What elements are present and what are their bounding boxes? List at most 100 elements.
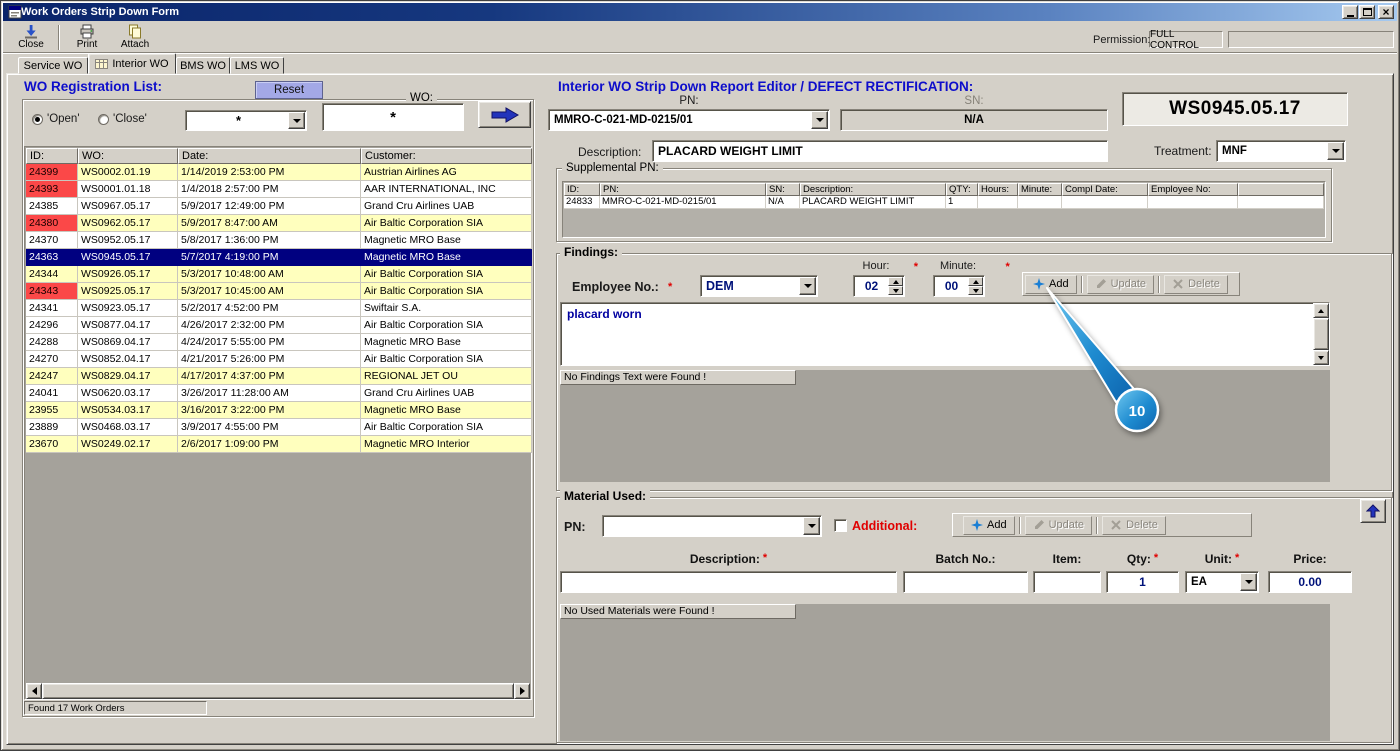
table-row[interactable]: 24393 WS0001.01.18 1/4/2018 2:57:00 PM AAR … <box>26 181 532 198</box>
search-go-button[interactable] <box>478 101 531 128</box>
scroll-right-button[interactable] <box>514 683 530 699</box>
treatment-dropdown-button[interactable] <box>1327 142 1344 160</box>
material-item-field[interactable] <box>1033 571 1101 593</box>
spin-down-button[interactable] <box>968 286 983 295</box>
sn-label: SN: <box>964 95 984 107</box>
tab-service-wo[interactable]: Service WO <box>18 57 88 74</box>
column-header[interactable]: ID: <box>564 183 600 196</box>
table-row[interactable]: 24363 WS0945.05.17 5/7/2017 4:19:00 PM Magn… <box>26 249 532 266</box>
table-row[interactable]: 24399 WS0002.01.19 1/14/2019 2:53:00 PM Aus… <box>26 164 532 181</box>
attach-button[interactable]: Attach <box>112 24 158 52</box>
cell-date: 1/4/2018 2:57:00 PM <box>178 181 361 198</box>
table-row[interactable]: 24833 MMRO-C-021-MD-0215/01 N/A PLACARD WEI… <box>564 196 1324 209</box>
material-pn-dropdown-button[interactable] <box>803 517 820 535</box>
material-unit-combobox[interactable]: EA <box>1185 571 1259 593</box>
table-row[interactable]: 24288 WS0869.04.17 4/24/2017 5:55:00 PM Mag… <box>26 334 532 351</box>
column-header[interactable]: PN: <box>600 183 766 196</box>
table-row[interactable]: 24341 WS0923.05.17 5/2/2017 4:52:00 PM Swif… <box>26 300 532 317</box>
minute-value: 00 <box>944 279 959 293</box>
employee-dropdown-button[interactable] <box>799 277 816 295</box>
description-field[interactable]: PLACARD WEIGHT LIMIT <box>652 140 1108 162</box>
column-header[interactable]: Date: <box>178 148 361 164</box>
cell-id: 24399 <box>26 164 78 181</box>
column-header[interactable]: ID: <box>26 148 78 164</box>
pn-combobox[interactable]: MMRO-C-021-MD-0215/01 <box>548 109 830 131</box>
scroll-up-button[interactable] <box>1313 303 1329 318</box>
minute-spinner[interactable]: 00 <box>933 275 985 297</box>
close-button-label: Close <box>18 39 44 50</box>
reset-button[interactable]: Reset <box>255 81 323 99</box>
table-row[interactable]: 24343 WS0925.05.17 5/3/2017 10:45:00 AM Air… <box>26 283 532 300</box>
material-price-field[interactable]: 0.00 <box>1268 571 1352 593</box>
pn-dropdown-button[interactable] <box>811 111 828 129</box>
table-row[interactable]: 23670 WS0249.02.17 2/6/2017 1:09:00 PM Magn… <box>26 436 532 453</box>
findings-update-button[interactable]: Update <box>1086 274 1155 294</box>
column-header[interactable]: WO: <box>78 148 178 164</box>
column-header[interactable]: Description: <box>800 183 946 196</box>
column-header[interactable]: Compl Date: <box>1062 183 1148 196</box>
tab-bms-wo[interactable]: BMS WO <box>176 57 230 74</box>
label-text: Item: <box>1052 552 1082 566</box>
sn-field: N/A <box>840 109 1108 131</box>
column-header[interactable]: Hours: <box>978 183 1018 196</box>
cell-date: 3/26/2017 11:28:00 AM <box>178 385 361 402</box>
column-header[interactable]: Minute: <box>1018 183 1062 196</box>
table-row[interactable]: 24041 WS0620.03.17 3/26/2017 11:28:00 AM Gr… <box>26 385 532 402</box>
findings-add-button[interactable]: Add <box>1025 274 1077 294</box>
findings-delete-button[interactable]: Delete <box>1164 274 1228 294</box>
customer-filter-combobox[interactable]: * <box>185 110 307 131</box>
spin-up-button[interactable] <box>968 277 983 286</box>
table-row[interactable]: 24370 WS0952.05.17 5/8/2017 1:36:00 PM Magn… <box>26 232 532 249</box>
column-header[interactable]: SN: <box>766 183 800 196</box>
table-row[interactable]: 24385 WS0967.05.17 5/9/2017 12:49:00 PM Gra… <box>26 198 532 215</box>
v-scrollbar-thumb[interactable] <box>1313 318 1329 350</box>
additional-checkbox[interactable] <box>834 519 847 532</box>
window-title: Work Orders Strip Down Form <box>21 6 180 18</box>
tab-label: LMS WO <box>234 59 280 72</box>
h-scrollbar-thumb[interactable] <box>42 683 514 699</box>
radio-close[interactable] <box>98 114 109 125</box>
column-header[interactable]: Customer: <box>361 148 532 164</box>
table-row[interactable]: 23889 WS0468.03.17 3/9/2017 4:55:00 PM Air … <box>26 419 532 436</box>
findings-textarea[interactable]: placard worn <box>560 302 1330 366</box>
table-row[interactable]: 24247 WS0829.04.17 4/17/2017 4:37:00 PM REG… <box>26 368 532 385</box>
unit-dropdown-button[interactable] <box>1240 573 1257 591</box>
required-marker: * <box>1235 552 1240 564</box>
close-button[interactable]: Close <box>8 24 54 52</box>
table-row[interactable]: 24344 WS0926.05.17 5/3/2017 10:48:00 AM Air… <box>26 266 532 283</box>
employee-no-combobox[interactable]: DEM <box>700 275 818 297</box>
maximize-button[interactable] <box>1359 5 1375 19</box>
material-delete-button[interactable]: Delete <box>1102 515 1166 535</box>
customer-filter-dropdown-button[interactable] <box>288 112 305 129</box>
material-update-button[interactable]: Update <box>1024 515 1093 535</box>
scroll-left-button[interactable] <box>26 683 42 699</box>
hour-spinner[interactable]: 02 <box>853 275 905 297</box>
treatment-combobox[interactable]: MNF <box>1216 140 1346 162</box>
collapse-up-button[interactable] <box>1360 499 1386 523</box>
table-row[interactable]: 24380 WS0962.05.17 5/9/2017 8:47:00 AM Air … <box>26 215 532 232</box>
material-qty-field[interactable]: 1 <box>1106 571 1179 593</box>
material-pn-combobox[interactable] <box>602 515 822 537</box>
radio-open[interactable] <box>32 114 43 125</box>
cell-wo: WS0249.02.17 <box>78 436 178 453</box>
material-batch-field[interactable] <box>903 571 1028 593</box>
cell-id: 23670 <box>26 436 78 453</box>
table-row[interactable]: 23955 WS0534.03.17 3/16/2017 3:22:00 PM Mag… <box>26 402 532 419</box>
spin-down-button[interactable] <box>888 286 903 295</box>
table-row[interactable]: 24270 WS0852.04.17 4/21/2017 5:26:00 PM Air… <box>26 351 532 368</box>
print-button[interactable]: Print <box>64 24 110 52</box>
material-description-field[interactable] <box>560 571 897 593</box>
column-header[interactable]: QTY: <box>946 183 978 196</box>
table-row[interactable]: 24296 WS0877.04.17 4/26/2017 2:32:00 PM Air… <box>26 317 532 334</box>
required-marker: * <box>1005 261 1010 273</box>
column-header[interactable]: Employee No: <box>1148 183 1238 196</box>
tab-lms-wo[interactable]: LMS WO <box>230 57 284 74</box>
minimize-button[interactable] <box>1342 5 1358 19</box>
findings-empty-message: No Findings Text were Found ! <box>560 370 796 385</box>
close-window-button[interactable]: × <box>1378 5 1394 19</box>
wo-filter-input[interactable]: * <box>322 103 464 131</box>
spin-up-button[interactable] <box>888 277 903 286</box>
scroll-down-button[interactable] <box>1313 350 1329 365</box>
material-add-button[interactable]: Add <box>963 515 1015 535</box>
tab-interior-wo[interactable]: Interior WO <box>88 53 176 74</box>
